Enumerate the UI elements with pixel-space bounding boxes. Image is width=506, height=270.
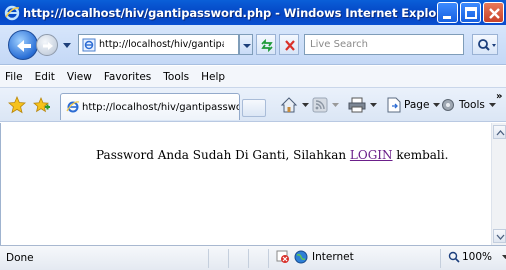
- ie-page-icon: [66, 101, 80, 113]
- search-input[interactable]: Live Search: [304, 34, 464, 55]
- maximize-icon: [465, 7, 477, 19]
- status-bar: Done Internet 100%: [0, 245, 506, 270]
- menu-edit[interactable]: Edit: [29, 71, 61, 83]
- chevron-down-icon: [502, 254, 506, 259]
- status-divider: [228, 249, 229, 268]
- menu-favorites[interactable]: Favorites: [98, 71, 157, 83]
- chevron-down-icon: [496, 234, 505, 240]
- status-text: Done: [6, 252, 34, 264]
- vertical-scrollbar[interactable]: [491, 123, 506, 245]
- forward-arrow-icon: [43, 42, 53, 50]
- back-button[interactable]: [8, 30, 38, 60]
- security-zone[interactable]: Internet: [276, 250, 354, 264]
- search-icon: [478, 39, 496, 51]
- menu-view[interactable]: View: [61, 71, 98, 83]
- tab-current-page[interactable]: http://localhost/hiv/gantipassword...: [60, 93, 240, 120]
- tab-label: http://localhost/hiv/gantipassword...: [82, 101, 239, 113]
- address-text: http://localhost/hiv/gantipasswo: [99, 39, 224, 50]
- zoom-icon: [448, 251, 460, 263]
- print-icon: [348, 97, 366, 113]
- menu-file[interactable]: File: [0, 71, 29, 83]
- zoom-control[interactable]: 100%: [448, 251, 506, 263]
- chevron-down-icon: [332, 102, 339, 107]
- message-text-before: Password Anda Sudah Di Ganti, Silahkan: [96, 148, 350, 162]
- search-button[interactable]: [472, 34, 498, 55]
- menu-bar: File Edit View Favorites Tools Help: [0, 66, 506, 88]
- chevron-down-icon: [243, 44, 251, 48]
- feed-icon: [312, 97, 328, 113]
- toolbar-overflow-chevron[interactable]: »: [496, 91, 502, 102]
- home-icon: [280, 97, 298, 113]
- stop-icon: [285, 40, 295, 51]
- confirmation-message: Password Anda Sudah Di Ganti, Silahkan L…: [96, 148, 448, 162]
- internet-zone-icon: [294, 250, 308, 264]
- menu-tools[interactable]: Tools: [157, 71, 195, 83]
- minimize-icon: [443, 16, 451, 19]
- message-text-after: kembali.: [392, 148, 449, 162]
- window-title-bar[interactable]: http://localhost/hiv/gantipassword.php -…: [0, 0, 506, 25]
- close-icon: [489, 8, 500, 19]
- page-content: Password Anda Sudah Di Ganti, Silahkan L…: [0, 123, 491, 245]
- protected-mode-icon: [276, 250, 289, 263]
- new-tab-button[interactable]: [242, 99, 266, 117]
- print-button[interactable]: [348, 96, 377, 114]
- tab-toolbar: http://localhost/hiv/gantipassword... Pa…: [0, 88, 506, 122]
- favorites-center-icon[interactable]: [8, 96, 26, 114]
- tools-menu-button[interactable]: Tools: [440, 96, 496, 114]
- page-icon: [387, 97, 401, 113]
- refresh-icon: [261, 38, 273, 53]
- chevron-down-icon: [488, 102, 496, 107]
- status-divider: [248, 249, 249, 268]
- window-title: http://localhost/hiv/gantipassword.php -…: [23, 5, 455, 20]
- address-dropdown-button[interactable]: [239, 34, 253, 55]
- forward-button[interactable]: [36, 34, 58, 56]
- address-toolbar: http://localhost/hiv/gantipasswo Live Se…: [0, 25, 506, 65]
- ie-icon: [4, 5, 20, 20]
- page-icon: [82, 38, 96, 51]
- status-divider: [268, 249, 269, 268]
- feeds-button[interactable]: [312, 96, 339, 114]
- scroll-down-button[interactable]: [493, 229, 506, 243]
- scroll-up-button[interactable]: [493, 125, 506, 139]
- stop-button[interactable]: [279, 34, 299, 55]
- page-menu-button[interactable]: Page: [387, 96, 441, 114]
- chevron-down-icon: [302, 102, 309, 107]
- menu-help[interactable]: Help: [195, 71, 231, 83]
- back-arrow-icon: [17, 40, 31, 52]
- chevron-down-icon: [370, 102, 377, 107]
- chevron-up-icon: [496, 130, 505, 136]
- gear-icon: [442, 99, 454, 111]
- close-button[interactable]: [483, 2, 504, 23]
- login-link[interactable]: LOGIN: [350, 148, 393, 162]
- recent-pages-dropdown-icon[interactable]: [62, 38, 72, 52]
- home-button[interactable]: [280, 96, 309, 114]
- search-placeholder: Live Search: [310, 39, 368, 50]
- address-input[interactable]: http://localhost/hiv/gantipasswo: [78, 34, 239, 55]
- refresh-button[interactable]: [256, 34, 276, 55]
- page-menu-label: Page: [404, 99, 430, 111]
- add-favorite-icon[interactable]: [33, 96, 51, 114]
- zoom-level: 100%: [462, 251, 493, 263]
- tools-menu-label: Tools: [459, 99, 485, 111]
- status-divider: [208, 249, 209, 268]
- maximize-button[interactable]: [460, 2, 481, 23]
- minimize-button[interactable]: [437, 2, 458, 23]
- zone-label: Internet: [312, 251, 354, 263]
- status-divider: [440, 249, 441, 268]
